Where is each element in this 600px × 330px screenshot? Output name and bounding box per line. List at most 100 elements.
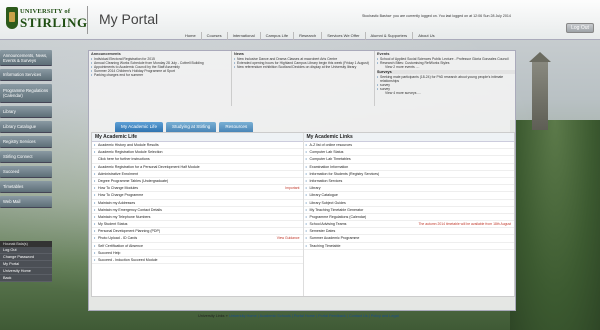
footer-prefix: University Links » [198,314,228,318]
nav-home[interactable]: Home [180,32,201,40]
list-item[interactable]: Self Certification of Absence [92,243,303,250]
list-item[interactable]: My Student Status [92,221,303,229]
logo-top-text: UNIVERSITY of [20,8,71,15]
list-item[interactable]: Academic Registration Module Selection [92,149,303,157]
list-item[interactable]: Succeed - Induction Succeed Module [92,257,303,265]
list-item[interactable]: Maintain my Emergency Contact Details [92,207,303,214]
list-item[interactable]: Semester Dates [303,228,514,236]
events-column: Events School of Applied Social Sciences… [375,51,517,106]
list-item-label: How To Change Modules [98,186,139,191]
event-item[interactable]: Research Bites: Customising RefWorks Sty… [377,61,515,65]
list-item[interactable]: Information for Students (Registry Servi… [303,171,514,178]
sidebar-item-web-mail[interactable]: Web Mail [0,196,52,208]
tab-my-academic-life[interactable]: My Academic Life [115,122,163,132]
list-item[interactable]: Academic History and Module Results [92,142,303,150]
list-item-school-advising[interactable]: School Advising Teams The autumn 2014 tim… [303,221,514,229]
nav-international[interactable]: International [226,32,260,40]
nav-alumni[interactable]: Alumni & Supporters [364,32,413,40]
list-item[interactable]: Programme Regulations (Calendar) [303,214,514,222]
tab-resources[interactable]: Resources [219,122,254,132]
list-item[interactable]: Summer Academic Programme [303,235,514,243]
sidebar-item-programme-regulations[interactable]: Programme Regulations (Calendar) [0,84,52,103]
surveys-title: Surveys [377,70,515,74]
nav-research[interactable]: Research [293,32,321,40]
site-header: UNIVERSITY of STIRLING My Portal Stochas… [0,0,600,40]
announcements-title: Announcements [91,52,121,56]
quick-link-back[interactable]: Back [0,275,52,282]
nav-campus-life[interactable]: Campus Life [259,32,293,40]
quick-link-change-password[interactable]: Change Password [0,254,52,261]
logout-button[interactable]: Log Out [566,23,594,33]
list-item-label: School Advising Teams [309,222,347,227]
page-footer: University Links » University Home | Aca… [198,314,399,318]
sidebar-item-timetables[interactable]: Timetables [0,181,52,193]
sidebar-item-registry-services[interactable]: Registry Services [0,136,52,148]
sidebar-item-succeed[interactable]: Succeed [0,166,52,178]
important-flag: Important [285,186,300,191]
survey-item[interactable]: Seeking male participants (18-24) for Ph… [377,75,515,83]
quick-link-my-portal[interactable]: My Portal [0,261,52,268]
tab-content: My Academic Life Academic History and Mo… [91,132,515,297]
tab-bar: My Academic Life Studying at Stirling Re… [115,122,254,132]
events-title: Events [377,52,390,56]
list-item[interactable]: My Teaching Timetable Generator [303,207,514,214]
survey-item[interactable]: survey [377,87,515,91]
list-item-change-modules[interactable]: How To Change Modules Important [92,185,303,193]
events-view-more-link[interactable]: View 2 more events .... [377,65,515,69]
list-item[interactable]: Library Catalogue [303,192,514,200]
list-item[interactable]: Succeed Help [92,250,303,257]
list-item[interactable]: Academic Registration for a Personal Dev… [92,164,303,171]
list-item[interactable]: Administrative Enrolment [92,171,303,178]
academic-life-heading: My Academic Life [92,133,303,142]
list-item[interactable]: Teaching Timetable [303,243,514,250]
nav-about-us[interactable]: About Us [412,32,439,40]
sidebar-item-stirling-connect[interactable]: Stirling Connect [0,151,52,163]
academic-links-heading: My Academic Links [303,133,514,142]
page-title: My Portal [99,11,159,27]
list-item[interactable]: Library Subject Guides [303,200,514,207]
sidebar: Announcements, News, Events & Surveys In… [0,50,52,211]
list-item-note[interactable]: Click here for further instructions [92,156,303,164]
news-title: News [234,52,244,56]
list-item[interactable]: A-Z list of online resources [303,142,514,150]
list-item[interactable]: Information Services [303,178,514,186]
list-item[interactable]: Maintain my Addresses [92,200,303,207]
sidebar-item-announcements[interactable]: Announcements, News, Events & Surveys [0,50,52,66]
list-item[interactable]: Library [303,185,514,193]
tab-studying-at-stirling[interactable]: Studying at Stirling [166,122,217,132]
sidebar-item-library[interactable]: Library [0,106,52,118]
announcement-item[interactable]: Parking charges end for summer [91,73,229,77]
main-panel: Announcements Individual Electoral Regis… [88,50,516,311]
sidebar-item-library-catalogue[interactable]: Library Catalogue [0,121,52,133]
news-panel: Announcements Individual Electoral Regis… [89,51,517,106]
timetable-notice: The autumn 2014 timetable will be availa… [418,222,511,227]
list-item[interactable]: Examination Information [303,164,514,171]
background-hill [510,120,600,330]
background-monument [532,60,548,130]
list-item[interactable]: Computer Lab Timetables [303,156,514,164]
academic-links-column: My Academic Links A-Z list of online res… [303,133,514,296]
nav-services[interactable]: Services We Offer [321,32,364,40]
list-item-label: Photo Upload - ID Cards [98,236,138,241]
quick-link-log-out[interactable]: Log Out [0,247,52,254]
sidebar-item-information-services[interactable]: Information Services [0,69,52,81]
footer-links[interactable]: University Home | Academic Schools | Por… [229,314,399,318]
quick-link-university-home[interactable]: University Home [0,268,52,275]
surveys-view-more-link[interactable]: View 4 more surveys .... [377,91,515,95]
news-column: News New Inclusive Dance and Drama Class… [232,51,375,106]
top-navigation: Home Courses International Campus Life R… [180,32,440,40]
user-login-info: Stochastic Bashar· you are currently log… [362,14,511,18]
list-item[interactable]: Maintain my Telephone Numbers [92,214,303,222]
list-item[interactable]: How To Change Programme [92,192,303,200]
nav-courses[interactable]: Courses [200,32,227,40]
list-item[interactable]: Personal Development Planning (PDP) [92,228,303,236]
list-item-photo-upload[interactable]: Photo Upload - ID Cards View Guidance [92,235,303,243]
view-guidance-link[interactable]: View Guidance [277,235,300,241]
news-item[interactable]: New referendum exhibition Scotland Decid… [234,65,372,69]
university-logo[interactable]: UNIVERSITY of STIRLING [6,3,87,38]
list-item[interactable]: Degree Programme Tables (Undergraduate) [92,178,303,186]
quick-links-panel: Hounak Bala(s) Log Out Change Password M… [0,241,52,282]
academic-life-column: My Academic Life Academic History and Mo… [92,133,304,296]
list-item[interactable]: Computer Lab Status [303,149,514,157]
logo-main-text: STIRLING [20,15,88,30]
